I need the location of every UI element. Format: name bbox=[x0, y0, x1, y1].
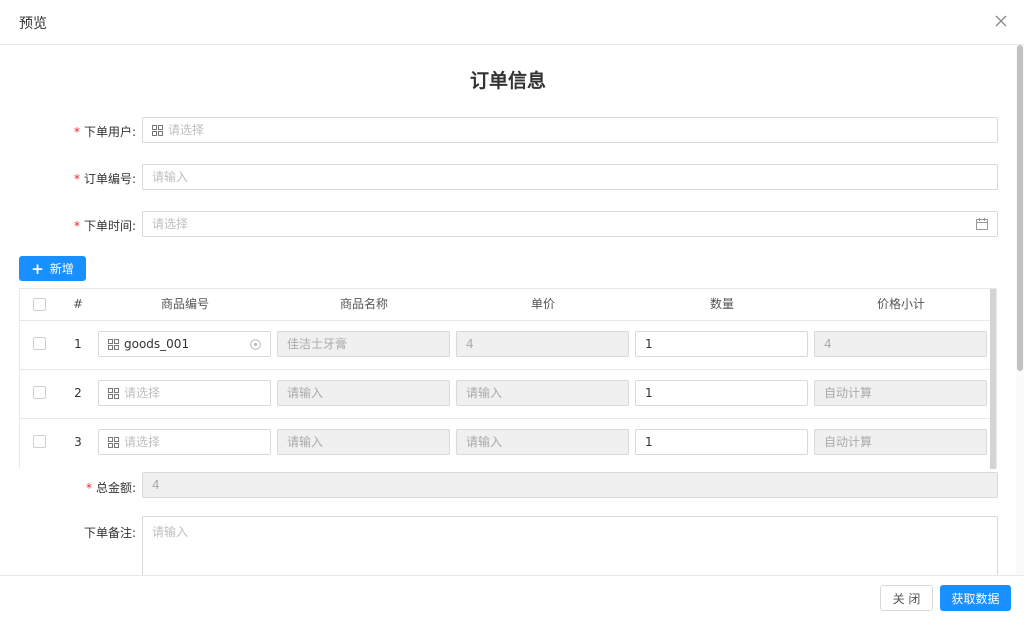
table-scrollbar[interactable] bbox=[990, 289, 996, 469]
subtotal-placeholder: 自动计算 bbox=[824, 386, 873, 400]
order-time-label: * 下单时间: bbox=[73, 219, 136, 233]
modal-header: 预览 bbox=[0, 0, 1024, 45]
goods-name-value: 佳洁士牙膏 bbox=[287, 337, 348, 351]
row-index: 1 bbox=[74, 337, 82, 351]
qty-input[interactable]: 1 bbox=[635, 331, 808, 357]
column-header-index: # bbox=[72, 297, 84, 311]
qty-value: 1 bbox=[645, 435, 653, 449]
preview-modal: 预览 订单信息 * 下单用户: 请选择 * 订单编号: 请输入 * 下单时间: 请选择 bbox=[0, 0, 1024, 620]
total-amount-value: 4 bbox=[152, 478, 160, 492]
order-no-label: * 订单编号: bbox=[73, 172, 136, 186]
table-scrollbar-thumb[interactable] bbox=[990, 289, 996, 469]
price-placeholder: 请输入 bbox=[466, 435, 503, 449]
form-title: 订单信息 bbox=[469, 70, 546, 92]
price-input: 请输入 bbox=[456, 380, 629, 406]
total-label: * 总金额: bbox=[85, 481, 136, 495]
goods-no-select[interactable]: 请选择 bbox=[98, 429, 271, 455]
order-no-input[interactable]: 请输入 bbox=[142, 164, 998, 190]
grid-icon bbox=[152, 124, 163, 136]
row-index: 2 bbox=[74, 386, 82, 400]
row-checkbox[interactable] bbox=[33, 337, 46, 350]
row-divider bbox=[20, 369, 992, 370]
close-icon[interactable] bbox=[992, 12, 1010, 30]
row-checkbox[interactable] bbox=[33, 386, 46, 399]
subtotal-value: 4 bbox=[824, 337, 832, 351]
table-header-divider bbox=[20, 320, 992, 321]
column-header-goods-no[interactable]: 商品编号 bbox=[99, 289, 271, 320]
modal-scrollbar-thumb[interactable] bbox=[1017, 45, 1023, 371]
goods-name-placeholder: 请输入 bbox=[287, 386, 324, 400]
add-row-label: 新增 bbox=[49, 262, 74, 276]
qty-input[interactable]: 1 bbox=[635, 380, 808, 406]
goods-name-input: 请输入 bbox=[277, 380, 450, 406]
subtotal-input: 4 bbox=[814, 331, 987, 357]
grid-icon bbox=[108, 387, 119, 399]
order-no-placeholder: 请输入 bbox=[152, 170, 189, 184]
required-mark: * bbox=[73, 125, 80, 139]
required-mark: * bbox=[73, 172, 80, 186]
row-divider bbox=[20, 418, 992, 419]
remark-placeholder: 请输入 bbox=[152, 525, 189, 539]
order-time-placeholder: 请选择 bbox=[152, 217, 189, 231]
get-data-button[interactable]: 获取数据 bbox=[940, 585, 1011, 611]
row-checkbox[interactable] bbox=[33, 435, 46, 448]
modal-title: 预览 bbox=[19, 16, 47, 32]
required-mark: * bbox=[85, 481, 92, 495]
subtotal-input: 自动计算 bbox=[814, 429, 987, 455]
qty-value: 1 bbox=[645, 337, 653, 351]
close-button[interactable]: 关 闭 bbox=[880, 585, 933, 611]
qty-value: 1 bbox=[645, 386, 653, 400]
price-input: 4 bbox=[456, 331, 629, 357]
total-amount-input: 4 bbox=[142, 472, 998, 498]
goods-name-input: 请输入 bbox=[277, 429, 450, 455]
subtotal-placeholder: 自动计算 bbox=[824, 435, 873, 449]
column-header-qty[interactable]: 数量 bbox=[636, 289, 808, 320]
goods-name-input: 佳洁士牙膏 bbox=[277, 331, 450, 357]
user-select[interactable]: 请选择 bbox=[142, 117, 998, 143]
row-index: 3 bbox=[74, 435, 82, 449]
goods-no-select[interactable]: 请选择 bbox=[98, 380, 271, 406]
price-value: 4 bbox=[466, 337, 474, 351]
goods-no-placeholder: 请选择 bbox=[124, 435, 161, 449]
calendar-icon[interactable] bbox=[976, 218, 988, 230]
price-input: 请输入 bbox=[456, 429, 629, 455]
goods-no-value: goods_001 bbox=[124, 337, 190, 351]
qty-input[interactable]: 1 bbox=[635, 429, 808, 455]
price-placeholder: 请输入 bbox=[466, 386, 503, 400]
column-header-price[interactable]: 单价 bbox=[457, 289, 629, 320]
modal-scrollbar[interactable] bbox=[1016, 45, 1024, 575]
add-row-button[interactable]: + 新增 bbox=[19, 256, 86, 281]
modal-footer: 关 闭 获取数据 bbox=[0, 575, 1024, 620]
plus-icon: + bbox=[31, 259, 44, 278]
goods-no-select[interactable]: goods_001 bbox=[98, 331, 271, 357]
grid-icon bbox=[108, 338, 119, 350]
goods-table: # 商品编号 商品名称 单价 数量 价格小计 1 goods_001 佳洁士牙膏 bbox=[19, 288, 997, 469]
select-all-checkbox[interactable] bbox=[33, 298, 46, 311]
clear-circle-icon[interactable] bbox=[250, 339, 261, 350]
subtotal-input: 自动计算 bbox=[814, 380, 987, 406]
remark-label: 下单备注: bbox=[83, 526, 136, 540]
column-header-subtotal[interactable]: 价格小计 bbox=[815, 289, 987, 320]
goods-no-placeholder: 请选择 bbox=[124, 386, 161, 400]
order-time-picker[interactable]: 请选择 bbox=[142, 211, 998, 237]
grid-icon bbox=[108, 436, 119, 448]
user-label: * 下单用户: bbox=[73, 125, 136, 139]
required-mark: * bbox=[73, 219, 80, 233]
goods-name-placeholder: 请输入 bbox=[287, 435, 324, 449]
column-header-goods-name[interactable]: 商品名称 bbox=[278, 289, 450, 320]
user-select-placeholder: 请选择 bbox=[168, 123, 205, 137]
